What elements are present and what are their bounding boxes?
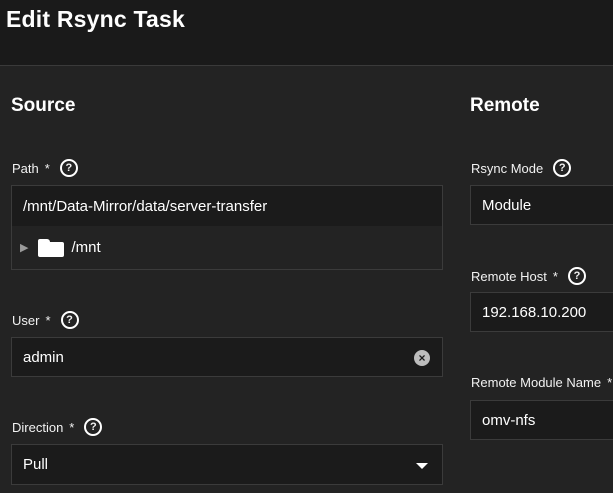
direction-label: Direction * ? (12, 418, 103, 436)
remote-host-label-text: Remote Host (471, 268, 547, 284)
required-marker: * (607, 375, 613, 390)
rsync-mode-label-text: Rsync Mode (471, 160, 544, 176)
remote-module-value: omv-nfs (482, 411, 536, 429)
path-input-value: /mnt/Data-Mirror/data/server-transfer (23, 197, 268, 215)
help-circle-icon[interactable]: ? (84, 418, 103, 436)
required-marker: * (69, 419, 75, 435)
help-circle-icon[interactable]: ? (60, 311, 79, 329)
path-label: Path * ? (12, 159, 78, 177)
rsync-mode-select[interactable]: Module (470, 185, 613, 225)
chevron-down-icon[interactable] (416, 463, 428, 469)
path-label-text: Path (12, 160, 39, 176)
remote-host-value: 192.168.10.200 (482, 303, 587, 321)
help-circle-icon[interactable]: ? (59, 159, 78, 177)
required-marker: * (552, 268, 558, 284)
remote-section-title: Remote (470, 95, 540, 116)
required-marker: * (45, 312, 51, 328)
remote-host-label: Remote Host * ? (471, 267, 586, 285)
required-marker: * (44, 160, 50, 176)
remote-module-input[interactable]: omv-nfs (470, 400, 613, 440)
dialog-header: Edit Rsync Task (0, 0, 613, 66)
rsync-mode-value: Module (482, 196, 532, 214)
tree-node-label: /mnt (71, 239, 101, 256)
expand-triangle-icon[interactable]: ▶ (20, 241, 28, 254)
help-circle-icon[interactable]: ? (567, 267, 586, 285)
path-explorer: /mnt/Data-Mirror/data/server-transfer ▶ … (11, 185, 443, 270)
page-title: Edit Rsync Task (6, 6, 185, 32)
direction-select[interactable]: Pull (11, 444, 443, 485)
source-section-title: Source (11, 95, 76, 116)
user-label-text: User (12, 312, 40, 328)
rsync-mode-label: Rsync Mode ? (471, 159, 572, 177)
user-value: admin (23, 348, 64, 366)
clear-circle-icon[interactable]: × (414, 350, 430, 366)
user-label: User * ? (12, 311, 79, 329)
folder-icon (38, 238, 65, 257)
tree-node-mnt[interactable]: ▶ /mnt (12, 226, 442, 269)
remote-module-label-text: Remote Module Name (471, 375, 602, 390)
remote-module-label: Remote Module Name * (471, 375, 612, 390)
remote-host-input[interactable]: 192.168.10.200 (470, 292, 613, 332)
direction-label-text: Direction (12, 419, 64, 435)
help-circle-icon[interactable]: ? (553, 159, 572, 177)
user-combobox[interactable]: admin × (11, 337, 443, 377)
direction-value: Pull (23, 456, 49, 473)
path-input[interactable]: /mnt/Data-Mirror/data/server-transfer (12, 186, 442, 226)
